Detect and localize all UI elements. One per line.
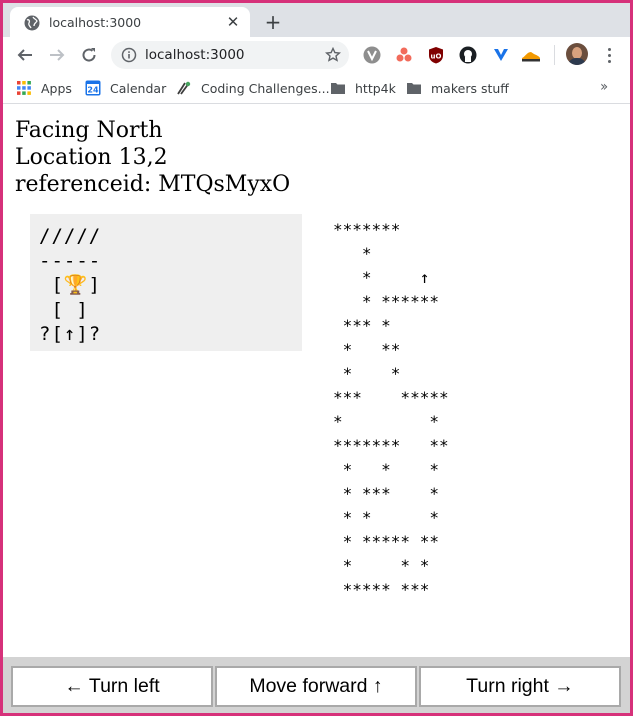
view-line: [🏆]: [39, 274, 101, 296]
ascii-view: ///// ----- [🏆] [ ] ?[↑]?: [39, 224, 101, 347]
maze-row: * **: [333, 340, 401, 359]
maze-row: *** *****: [333, 388, 449, 407]
maze-row: * *** *: [333, 484, 439, 503]
new-tab-icon[interactable]: +: [262, 10, 284, 34]
controls-bar: ← Turn left Move forward ↑ Turn right →: [3, 657, 630, 716]
bookmark-http4k[interactable]: http4k: [330, 78, 396, 98]
view-line: ?[↑]?: [39, 323, 102, 345]
maze-row: *** *: [333, 316, 391, 335]
maze-row: *******: [333, 220, 401, 239]
globe-icon: [24, 15, 40, 30]
view-line: -----: [39, 249, 102, 272]
ascii-view-panel: ///// ----- [🏆] [ ] ?[↑]?: [30, 214, 302, 351]
toolbar-separator: [554, 45, 555, 65]
maze-row: ******* **: [333, 436, 449, 455]
maze-row: * * *: [333, 460, 439, 479]
bookmark-makers-stuff[interactable]: makers stuff: [406, 78, 509, 98]
maze-row: * * *: [333, 508, 439, 527]
folder-icon: [407, 83, 421, 94]
bookmark-label: Calendar: [110, 80, 167, 96]
bookmark-apps[interactable]: Apps: [16, 78, 72, 98]
svg-text:24: 24: [87, 86, 99, 95]
reload-icon[interactable]: [77, 43, 101, 67]
extension-y-icon[interactable]: [491, 45, 511, 65]
view-line: /////: [39, 225, 102, 247]
maze-row: * * *: [333, 556, 430, 575]
move-forward-button[interactable]: Move forward ↑: [215, 666, 417, 707]
maze-row: * ↑: [333, 268, 430, 287]
tab-strip: localhost:3000 ✕ +: [0, 0, 633, 38]
maze-row: * ***** **: [333, 532, 439, 551]
tab-title: localhost:3000: [49, 15, 142, 30]
maze-row: *: [333, 244, 372, 263]
location-text: Location 13,2: [15, 145, 168, 170]
bookmark-calendar[interactable]: 24 Calendar: [85, 78, 166, 98]
bookmark-coding-challenges[interactable]: Coding Challenges...: [176, 78, 330, 98]
browser-toolbar: localhost:3000 uO: [0, 37, 633, 72]
apps-grid-icon: [17, 81, 31, 95]
maze-row: * ******: [333, 292, 439, 311]
svg-text:uO: uO: [431, 53, 442, 61]
back-icon[interactable]: [13, 43, 37, 67]
bookmark-label: makers stuff: [431, 80, 509, 96]
forward-icon[interactable]: [45, 43, 69, 67]
window-frame: [0, 0, 633, 716]
profile-avatar[interactable]: [566, 43, 588, 65]
bookmark-label: http4k: [355, 80, 396, 96]
bookmarks-bar: Apps 24 Calendar Coding Challenges... ht…: [0, 72, 633, 104]
extension-shoe-icon[interactable]: [521, 45, 541, 65]
maze-map: ******* * * ↑ * ****** *** * * ** * * ***…: [333, 218, 449, 602]
facing-text: Facing North: [15, 118, 163, 143]
maze-row: * *: [333, 364, 401, 383]
maze-row: * *: [333, 412, 439, 431]
coding-challenges-icon: [177, 81, 191, 95]
extension-people-icon[interactable]: [394, 45, 414, 65]
view-line: [ ]: [39, 298, 89, 321]
address-bar[interactable]: localhost:3000: [111, 41, 349, 69]
bookmark-label: Coding Challenges...: [201, 80, 330, 96]
turn-left-button[interactable]: ← Turn left: [11, 666, 213, 707]
menu-kebab-icon[interactable]: [600, 45, 618, 65]
bookmark-label: Apps: [41, 80, 72, 96]
game-status: Facing North Location 13,2 referenceid: …: [15, 117, 290, 198]
url-text: localhost:3000: [145, 47, 245, 63]
github-icon[interactable]: [458, 45, 478, 65]
close-tab-icon[interactable]: ✕: [224, 13, 242, 31]
bookmark-star-icon[interactable]: [325, 47, 341, 63]
reference-id-text: referenceid: MTQsMyxO: [15, 172, 291, 197]
ublock-icon[interactable]: uO: [426, 45, 446, 65]
turn-right-button[interactable]: Turn right →: [419, 666, 621, 707]
browser-tab[interactable]: localhost:3000 ✕: [10, 7, 250, 38]
folder-icon: [331, 83, 345, 94]
maze-row: ***** ***: [333, 580, 430, 599]
calendar-icon: 24: [85, 80, 101, 96]
info-icon[interactable]: [121, 47, 137, 63]
extension-v-icon[interactable]: [362, 45, 382, 65]
chevron-double-right-icon[interactable]: ››: [600, 79, 608, 95]
